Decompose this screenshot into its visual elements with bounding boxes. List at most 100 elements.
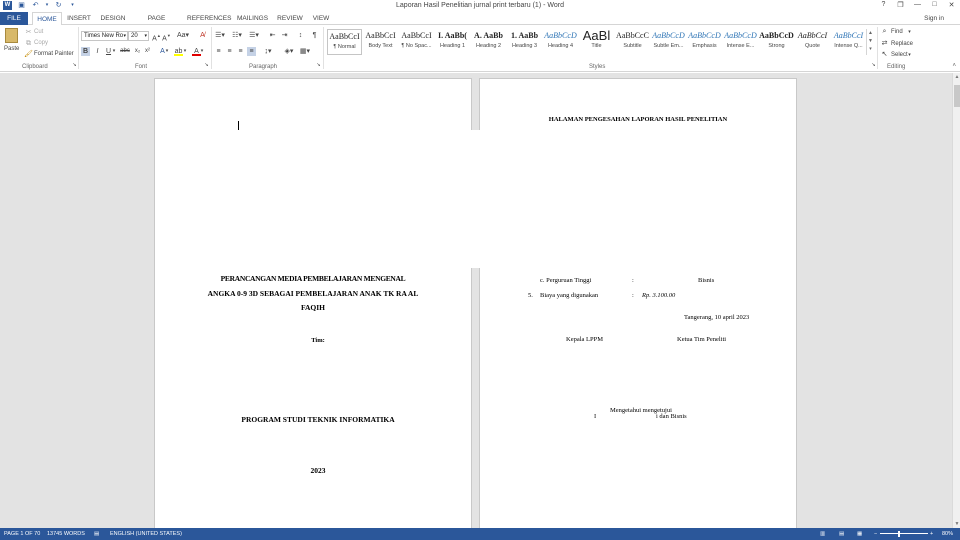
document-area[interactable]: PERANCANGAN MEDIA PEMBELAJARAN MENGENAL … [0, 73, 952, 528]
style-sample: AaBbCcD [652, 31, 685, 40]
highlight-icon[interactable]: ab [174, 47, 183, 56]
align-left-icon[interactable]: ≡ [214, 47, 223, 56]
style-item[interactable]: A. AaBb Heading 2 [471, 29, 506, 55]
chevron-down-icon[interactable]: ▼ [867, 37, 874, 45]
tab-page-layout[interactable]: PAGE LAYOUT [135, 12, 178, 35]
tab-references[interactable]: REFERENCES [187, 12, 231, 25]
font-color-dropdown-icon[interactable]: ▾ [200, 47, 204, 56]
style-item[interactable]: AaBbCcD Intense E... [723, 29, 758, 55]
italic-button[interactable]: I [93, 47, 102, 56]
cut-icon: ✂ [25, 29, 32, 36]
line-spacing-icon[interactable]: ↨▾ [262, 47, 274, 56]
copy-icon: ⧉ [26, 40, 31, 47]
cut-button[interactable]: Cut [34, 29, 43, 35]
word-count[interactable]: 13745 WORDS [47, 528, 85, 540]
web-layout-icon[interactable]: ▦ [857, 528, 862, 540]
maximize-button[interactable]: □ [930, 1, 939, 9]
styles-scroll[interactable]: ▲ ▼ ▾ [866, 29, 874, 55]
ribbon-display-options-button[interactable]: ❐ [896, 1, 905, 9]
grow-font-icon[interactable]: A▲ [152, 31, 161, 42]
zoom-slider[interactable] [880, 533, 928, 534]
borders-icon[interactable]: ▦▾ [299, 47, 311, 56]
text-effects-dropdown-icon[interactable]: ▾ [165, 47, 169, 56]
shrink-font-icon[interactable]: A▼ [162, 31, 171, 42]
bold-button[interactable]: B [81, 47, 90, 56]
tab-mailings[interactable]: MAILINGS [236, 12, 269, 25]
style-item[interactable]: AaBbCcI Quote [795, 29, 830, 55]
zoom-level[interactable]: 80% [942, 528, 953, 540]
chevron-down-icon[interactable]: ▾ [905, 51, 914, 60]
zoom-in-icon[interactable]: + [930, 528, 933, 540]
find-button[interactable]: Find [891, 29, 903, 35]
page-count[interactable]: PAGE 1 OF 70 [4, 528, 40, 540]
strikethrough-button[interactable]: abc [119, 47, 131, 56]
change-case-icon[interactable]: Aa▾ [176, 31, 190, 40]
style-item[interactable]: AaBbCcD Subtle Em... [651, 29, 686, 55]
style-item[interactable]: 1. AaBb Heading 3 [507, 29, 542, 55]
collapse-ribbon-icon[interactable]: ˄ [952, 63, 956, 69]
language-indicator[interactable]: ENGLISH (UNITED STATES) [110, 528, 182, 540]
style-name: Subtle Em... [653, 43, 684, 49]
decrease-indent-icon[interactable]: ⇤ [268, 31, 277, 40]
style-item[interactable]: AaBbCcD Strong [759, 29, 794, 55]
print-layout-icon[interactable]: ▤ [839, 528, 844, 540]
highlight-dropdown-icon[interactable]: ▾ [183, 47, 187, 56]
replace-button[interactable]: Replace [891, 41, 913, 47]
clear-formatting-icon[interactable]: A̸ [198, 31, 207, 40]
numbering-icon[interactable]: ☷▾ [231, 31, 243, 40]
scroll-thumb[interactable] [954, 85, 960, 107]
style-item[interactable]: AaBbCcI ¶ Normal [327, 29, 362, 55]
sort-icon[interactable]: ↕ [296, 31, 305, 40]
justify-icon[interactable]: ≡ [247, 47, 256, 56]
multilevel-list-icon[interactable]: ☰▾ [248, 31, 260, 40]
style-item[interactable]: AaBbCcI Body Text [363, 29, 398, 55]
shading-icon[interactable]: ◈▾ [283, 47, 295, 56]
increase-indent-icon[interactable]: ⇥ [280, 31, 289, 40]
minimize-button[interactable]: — [913, 1, 922, 9]
align-center-icon[interactable]: ≡ [225, 47, 234, 56]
font-launcher-icon[interactable]: ↘ [202, 61, 211, 70]
tab-insert[interactable]: INSERT [66, 12, 92, 25]
paragraph-launcher-icon[interactable]: ↘ [314, 61, 323, 70]
underline-dropdown-icon[interactable]: ▾ [112, 47, 116, 56]
tab-file[interactable]: FILE [0, 12, 28, 25]
style-item[interactable]: AaBbCcD Emphasis [687, 29, 722, 55]
chevron-down-icon[interactable]: ▾ [905, 28, 914, 37]
bullets-icon[interactable]: ☰▾ [214, 31, 226, 40]
style-sample: A. AaBb [474, 31, 503, 40]
read-mode-icon[interactable]: ▥ [820, 528, 825, 540]
scroll-up-icon[interactable]: ▲ [953, 74, 960, 80]
style-item[interactable]: AaBbCcI ¶ No Spac... [399, 29, 434, 55]
vertical-scrollbar[interactable]: ▲ ▼ [952, 73, 960, 528]
tab-review[interactable]: REVIEW [277, 12, 303, 25]
style-item[interactable]: AaBbCcI Intense Q... [831, 29, 866, 55]
scroll-down-icon[interactable]: ▼ [953, 521, 960, 527]
zoom-slider-thumb[interactable] [898, 531, 900, 537]
copy-button[interactable]: Copy [34, 40, 48, 46]
close-button[interactable]: ✕ [947, 1, 956, 9]
tab-view[interactable]: VIEW [311, 12, 331, 25]
roman-numeral: I [594, 413, 597, 420]
style-item[interactable]: AaBbCcC Subtitle [615, 29, 650, 55]
help-button[interactable]: ? [879, 1, 888, 9]
chevron-up-icon[interactable]: ▲ [867, 29, 874, 37]
paste-button[interactable]: Paste [3, 27, 21, 55]
tab-design[interactable]: DESIGN [100, 12, 126, 25]
more-styles-icon[interactable]: ▾ [867, 45, 874, 53]
zoom-out-icon[interactable]: − [874, 528, 877, 540]
superscript-button[interactable]: x² [143, 47, 152, 56]
subscript-button[interactable]: x₂ [133, 47, 142, 56]
format-painter-button[interactable]: Format Painter [34, 51, 74, 57]
proofing-icon[interactable]: ▤ [94, 528, 99, 540]
style-item[interactable]: AaBl Title [579, 29, 614, 55]
ribbon: Paste ✂ Cut ⧉ Copy 🖌 Format Painter Clip… [0, 25, 960, 72]
show-hide-icon[interactable]: ¶ [310, 31, 319, 40]
font-name-combobox[interactable]: Times New Ro ▾ [81, 31, 128, 41]
style-item[interactable]: I. AaBb(Heading 1 [435, 29, 470, 55]
font-size-combobox[interactable]: 20 ▾ [128, 31, 149, 41]
style-item[interactable]: AaBbCcD Heading 4 [543, 29, 578, 55]
align-right-icon[interactable]: ≡ [236, 47, 245, 56]
tab-home[interactable]: HOME [32, 12, 62, 26]
sign-in-link[interactable]: Sign in [924, 15, 944, 22]
style-sample: 1. AaBb [510, 31, 539, 40]
